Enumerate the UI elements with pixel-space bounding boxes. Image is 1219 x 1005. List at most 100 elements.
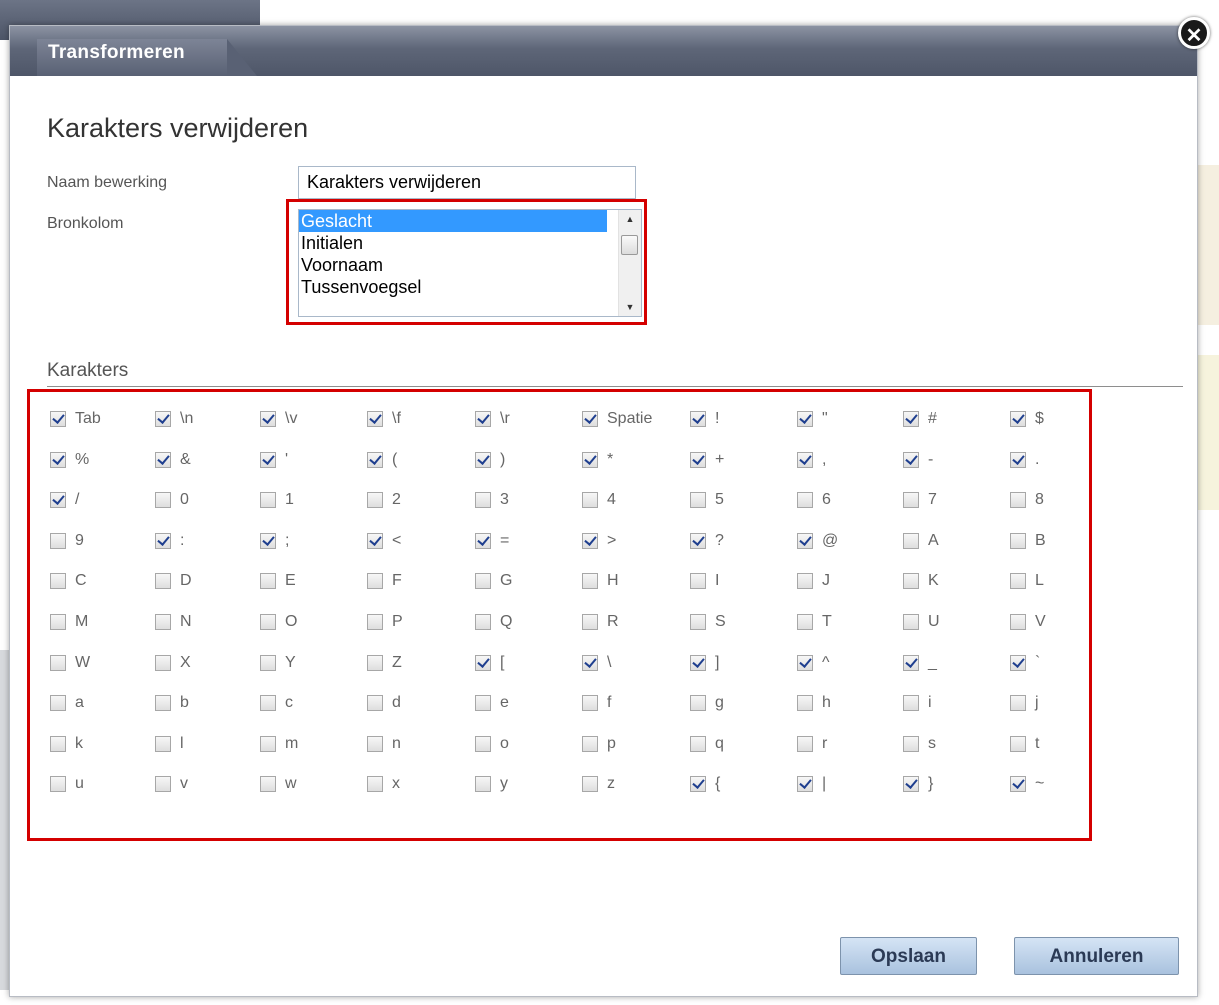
char-option[interactable]: J xyxy=(797,570,830,592)
checkbox-unchecked[interactable] xyxy=(367,735,383,752)
checkbox-checked[interactable] xyxy=(155,532,171,549)
checkbox-unchecked[interactable] xyxy=(1010,695,1026,712)
char-option[interactable]: [ xyxy=(475,652,504,674)
char-option[interactable]: i xyxy=(903,692,932,714)
char-option[interactable]: ~ xyxy=(1010,773,1044,795)
checkbox-checked[interactable] xyxy=(367,532,383,549)
char-option[interactable]: R xyxy=(582,611,619,633)
checkbox-checked[interactable] xyxy=(690,411,706,427)
checkbox-checked[interactable] xyxy=(797,776,813,793)
char-option[interactable]: 7 xyxy=(903,489,937,511)
char-option[interactable]: ' xyxy=(260,449,288,471)
checkbox-unchecked[interactable] xyxy=(475,695,491,712)
char-option[interactable]: & xyxy=(155,449,191,471)
char-option[interactable]: = xyxy=(475,530,509,552)
char-option[interactable]: \f xyxy=(367,408,401,430)
checkbox-unchecked[interactable] xyxy=(582,695,598,712)
char-option[interactable]: ! xyxy=(690,408,719,430)
char-option[interactable]: @ xyxy=(797,530,838,552)
char-option[interactable]: t xyxy=(1010,733,1039,755)
checkbox-checked[interactable] xyxy=(1010,451,1026,468)
checkbox-checked[interactable] xyxy=(690,532,706,549)
char-option[interactable]: B xyxy=(1010,530,1046,552)
scroll-thumb[interactable] xyxy=(621,235,638,255)
checkbox-checked[interactable] xyxy=(797,532,813,549)
checkbox-unchecked[interactable] xyxy=(690,573,706,590)
checkbox-unchecked[interactable] xyxy=(260,735,276,752)
checkbox-checked[interactable] xyxy=(1010,654,1026,671)
char-option[interactable]: } xyxy=(903,773,933,795)
checkbox-unchecked[interactable] xyxy=(690,735,706,752)
checkbox-checked[interactable] xyxy=(903,411,919,427)
checkbox-checked[interactable] xyxy=(582,411,598,427)
checkbox-unchecked[interactable] xyxy=(1010,573,1026,590)
char-option[interactable]: 0 xyxy=(155,489,189,511)
checkbox-checked[interactable] xyxy=(50,451,66,468)
checkbox-unchecked[interactable] xyxy=(903,492,919,509)
checkbox-unchecked[interactable] xyxy=(1010,532,1026,549)
char-option[interactable]: r xyxy=(797,733,827,755)
checkbox-unchecked[interactable] xyxy=(582,492,598,509)
char-option[interactable]: 4 xyxy=(582,489,616,511)
checkbox-unchecked[interactable] xyxy=(475,776,491,793)
checkbox-unchecked[interactable] xyxy=(582,614,598,630)
char-option[interactable]: f xyxy=(582,692,611,714)
checkbox-unchecked[interactable] xyxy=(260,776,276,793)
char-option[interactable]: ; xyxy=(260,530,289,552)
char-option[interactable]: L xyxy=(1010,570,1044,592)
checkbox-unchecked[interactable] xyxy=(260,695,276,712)
checkbox-checked[interactable] xyxy=(50,492,66,509)
checkbox-unchecked[interactable] xyxy=(797,695,813,712)
char-option[interactable]: K xyxy=(903,570,939,592)
checkbox-checked[interactable] xyxy=(582,451,598,468)
char-option[interactable]: m xyxy=(260,733,298,755)
char-option[interactable]: X xyxy=(155,652,191,674)
checkbox-unchecked[interactable] xyxy=(260,654,276,671)
char-option[interactable]: Q xyxy=(475,611,512,633)
checkbox-unchecked[interactable] xyxy=(367,492,383,509)
checkbox-checked[interactable] xyxy=(1010,776,1026,793)
checkbox-unchecked[interactable] xyxy=(50,614,66,630)
char-option[interactable]: 6 xyxy=(797,489,831,511)
checkbox-unchecked[interactable] xyxy=(903,573,919,590)
char-option[interactable]: v xyxy=(155,773,188,795)
char-option[interactable]: . xyxy=(1010,449,1039,471)
checkbox-checked[interactable] xyxy=(582,654,598,671)
checkbox-unchecked[interactable] xyxy=(903,695,919,712)
char-option[interactable]: < xyxy=(367,530,401,552)
char-option[interactable]: d xyxy=(367,692,401,714)
char-option[interactable]: o xyxy=(475,733,509,755)
checkbox-unchecked[interactable] xyxy=(155,492,171,509)
char-option[interactable]: D xyxy=(155,570,192,592)
char-option[interactable]: _ xyxy=(903,652,937,674)
char-option[interactable]: l xyxy=(155,733,184,755)
checkbox-checked[interactable] xyxy=(797,654,813,671)
checkbox-unchecked[interactable] xyxy=(690,695,706,712)
checkbox-checked[interactable] xyxy=(260,451,276,468)
save-button[interactable]: Opslaan xyxy=(840,937,977,975)
char-option[interactable]: * xyxy=(582,449,613,471)
scroll-up-icon[interactable]: ▲ xyxy=(619,210,641,228)
checkbox-unchecked[interactable] xyxy=(582,776,598,793)
checkbox-unchecked[interactable] xyxy=(260,573,276,590)
checkbox-unchecked[interactable] xyxy=(475,614,491,630)
char-option[interactable]: g xyxy=(690,692,724,714)
checkbox-checked[interactable] xyxy=(903,451,919,468)
char-option[interactable]: a xyxy=(50,692,84,714)
char-option[interactable]: : xyxy=(155,530,184,552)
char-option[interactable]: M xyxy=(50,611,88,633)
char-option[interactable]: P xyxy=(367,611,403,633)
checkbox-unchecked[interactable] xyxy=(155,735,171,752)
checkbox-unchecked[interactable] xyxy=(1010,614,1026,630)
char-option[interactable]: " xyxy=(797,408,828,430)
checkbox-unchecked[interactable] xyxy=(155,695,171,712)
checkbox-unchecked[interactable] xyxy=(367,695,383,712)
char-option[interactable]: / xyxy=(50,489,79,511)
checkbox-unchecked[interactable] xyxy=(797,573,813,590)
checkbox-checked[interactable] xyxy=(155,451,171,468)
char-option[interactable]: N xyxy=(155,611,192,633)
checkbox-unchecked[interactable] xyxy=(903,532,919,549)
checkbox-checked[interactable] xyxy=(797,411,813,427)
checkbox-unchecked[interactable] xyxy=(475,735,491,752)
char-option[interactable]: h xyxy=(797,692,831,714)
